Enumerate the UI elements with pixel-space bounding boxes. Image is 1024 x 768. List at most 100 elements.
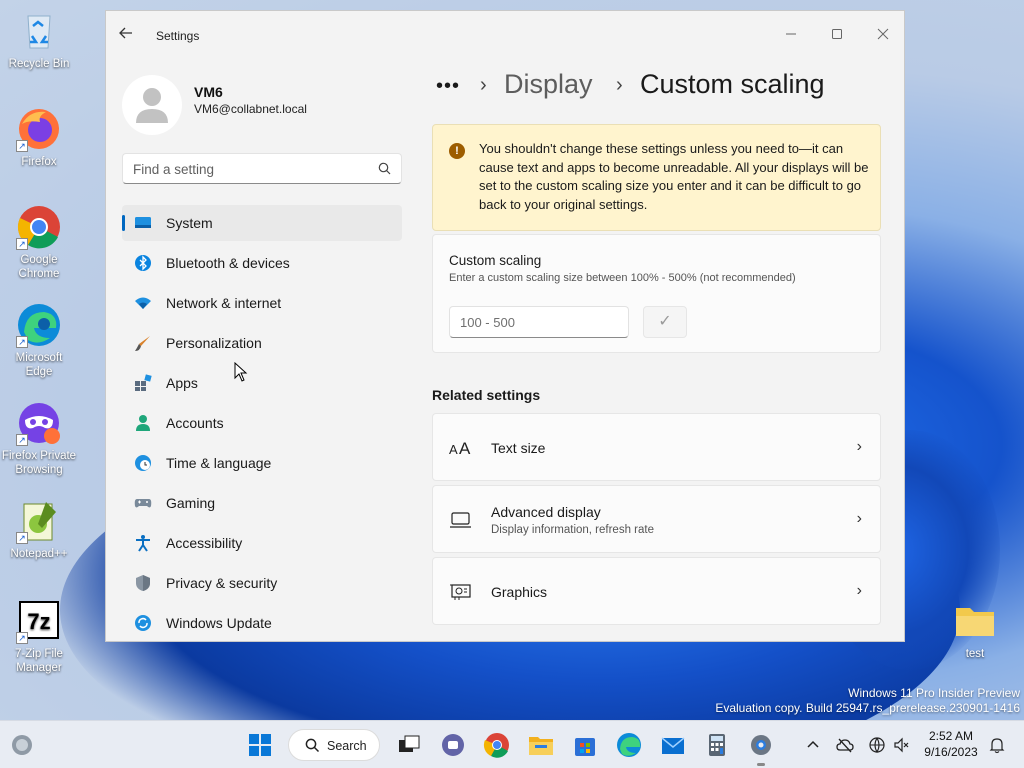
active-indicator (122, 215, 125, 231)
chevron-right-icon: › (856, 438, 862, 455)
teams-button[interactable] (438, 730, 468, 760)
show-hidden-icons-button[interactable] (804, 736, 822, 754)
taskbar-search[interactable]: Search (288, 729, 380, 761)
profile-name: VM6 (194, 84, 223, 100)
desktop-icon-chrome[interactable]: ↗ Google Chrome (1, 204, 77, 281)
nav-label: Apps (166, 375, 198, 391)
shortcut-arrow-icon: ↗ (16, 140, 28, 152)
minimize-button[interactable] (768, 19, 814, 51)
apply-button[interactable]: ✓ (643, 306, 687, 338)
profile-email: VM6@collabnet.local (194, 102, 307, 116)
shortcut-arrow-icon: ↗ (16, 238, 28, 250)
nav-item-apps[interactable]: Apps (122, 365, 402, 401)
update-icon (134, 614, 152, 632)
desktop-icon-label: Firefox Private Browsing (1, 450, 77, 476)
user-icon (136, 88, 168, 123)
monitor-icon (449, 510, 473, 530)
recycle-bin-icon (16, 8, 62, 54)
taskbar-settings[interactable] (746, 730, 776, 760)
nav-item-bluetooth[interactable]: Bluetooth & devices (122, 245, 402, 281)
onedrive-tray[interactable] (836, 736, 854, 754)
start-button[interactable] (245, 730, 275, 760)
windows-logo-icon (249, 734, 271, 756)
custom-scaling-placeholder: 100 - 500 (460, 315, 515, 330)
nav-item-accounts[interactable]: Accounts (122, 405, 402, 441)
settings-search-input[interactable]: Find a setting (122, 153, 402, 184)
taskbar-clock[interactable]: 2:52 AM 9/16/2023 (920, 728, 982, 760)
maximize-button[interactable] (814, 19, 860, 51)
bell-icon (989, 738, 1005, 754)
svg-text:7z: 7z (27, 609, 50, 634)
notifications-button[interactable] (988, 736, 1006, 754)
firefox-private-icon: ↗ (16, 400, 62, 446)
nav-item-gaming[interactable]: Gaming (122, 485, 402, 521)
volume-tray[interactable] (893, 736, 911, 754)
nav-item-accessibility[interactable]: Accessibility (122, 525, 402, 561)
network-tray[interactable] (868, 736, 886, 754)
nav-item-windows-update[interactable]: Windows Update (122, 605, 402, 641)
breadcrumb-more-button[interactable]: ••• (436, 75, 460, 98)
nav-label: System (166, 215, 213, 231)
desktop-icon-recycle-bin[interactable]: Recycle Bin (1, 8, 77, 71)
taskbar-chrome[interactable] (482, 730, 512, 760)
taskbar-mail[interactable] (658, 730, 688, 760)
mail-icon (661, 737, 685, 754)
desktop-icon-label: test (965, 648, 985, 660)
nav-item-personalization[interactable]: Personalization (122, 325, 402, 361)
desktop-icon-notepadpp[interactable]: ↗ Notepad++ (1, 498, 77, 561)
chrome-icon: ↗ (16, 204, 62, 250)
search-placeholder: Find a setting (133, 162, 215, 177)
bluetooth-icon (134, 254, 152, 272)
taskbar-edge[interactable] (614, 730, 644, 760)
nav-item-system[interactable]: System (122, 205, 402, 241)
firefox-icon: ↗ (16, 106, 62, 152)
desktop-icon-label: Microsoft Edge (15, 352, 63, 378)
widgets-button[interactable] (8, 730, 38, 760)
accounts-icon (134, 414, 152, 432)
custom-scaling-input[interactable]: 100 - 500 (449, 306, 629, 338)
calculator-icon (709, 734, 725, 756)
desktop-icon-edge[interactable]: ↗ Microsoft Edge (1, 302, 77, 379)
related-item-advanced-display[interactable]: Advanced display Display information, re… (432, 485, 881, 553)
desktop-icon-firefox-private[interactable]: ↗ Firefox Private Browsing (1, 400, 77, 477)
nav-label: Time & language (166, 455, 272, 471)
nav-item-time-language[interactable]: Time & language (122, 445, 402, 481)
nav-item-network[interactable]: Network & internet (122, 285, 402, 321)
desktop-icon-firefox[interactable]: ↗ Firefox (1, 106, 77, 169)
related-item-title: Text size (491, 440, 546, 456)
task-view-icon (399, 735, 420, 752)
svg-text:A: A (449, 442, 458, 457)
shield-icon (134, 574, 152, 592)
desktop-icon-label: 7-Zip File Manager (15, 648, 63, 674)
nav-label: Bluetooth & devices (166, 255, 290, 271)
related-item-text-size[interactable]: AA Text size › (432, 413, 881, 481)
taskbar-file-explorer[interactable] (526, 730, 556, 760)
task-view-button[interactable] (394, 730, 424, 760)
watermark-line-2: Evaluation copy. Build 25947.rs_prerelea… (715, 701, 1020, 715)
maximize-icon (832, 29, 842, 39)
nav-label: Privacy & security (166, 575, 278, 591)
desktop-icon-test-folder[interactable]: test (937, 598, 1013, 661)
taskbar-store[interactable] (570, 730, 600, 760)
globe-clock-icon (134, 454, 152, 472)
custom-scaling-title: Custom scaling (449, 253, 542, 268)
close-button[interactable] (860, 19, 904, 51)
desktop-icon-label: Notepad++ (10, 548, 68, 560)
nav-item-privacy-security[interactable]: Privacy & security (122, 565, 402, 601)
user-profile[interactable]: VM6 VM6@collabnet.local (122, 75, 392, 141)
running-indicator (757, 763, 765, 766)
desktop-icon-7zip[interactable]: 7z ↗ 7-Zip File Manager (1, 598, 77, 675)
clock-date: 9/16/2023 (924, 745, 978, 759)
gear-icon (751, 735, 771, 755)
shortcut-arrow-icon: ↗ (16, 532, 28, 544)
back-button[interactable] (118, 25, 140, 45)
folder-icon (952, 598, 998, 644)
breadcrumb-display-link[interactable]: Display (504, 69, 593, 100)
related-item-graphics[interactable]: Graphics › (432, 557, 881, 625)
taskbar-calculator[interactable] (702, 730, 732, 760)
chevron-right-icon: › (856, 582, 862, 599)
graphics-card-icon (449, 582, 473, 602)
close-icon (877, 28, 889, 40)
related-item-subtitle: Display information, refresh rate (491, 524, 654, 536)
arrow-left-icon (119, 27, 132, 39)
